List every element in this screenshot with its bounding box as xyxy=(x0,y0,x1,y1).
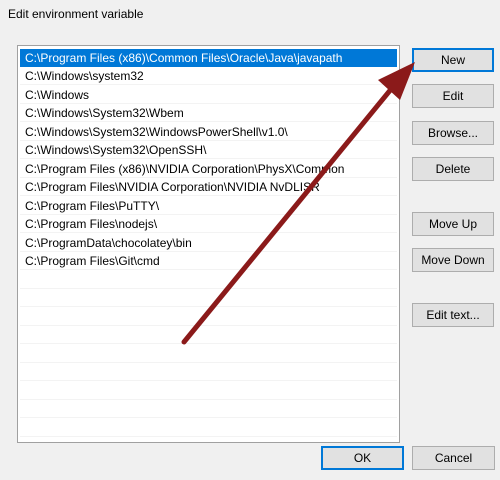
edit-text-button[interactable]: Edit text... xyxy=(412,303,494,327)
list-item[interactable]: C:\Program Files\nodejs\ xyxy=(20,215,397,233)
list-item[interactable]: C:\Program Files (x86)\NVIDIA Corporatio… xyxy=(20,160,397,178)
path-list[interactable]: C:\Program Files (x86)\Common Files\Orac… xyxy=(17,45,400,443)
list-item[interactable]: C:\Windows\System32\WindowsPowerShell\v1… xyxy=(20,123,397,141)
list-item[interactable]: C:\Program Files\PuTTY\ xyxy=(20,197,397,215)
browse-button[interactable]: Browse... xyxy=(412,121,494,145)
empty-row xyxy=(20,271,397,289)
empty-row xyxy=(20,326,397,344)
move-down-button[interactable]: Move Down xyxy=(412,248,494,272)
list-item[interactable]: C:\Windows\System32\Wbem xyxy=(20,104,397,122)
empty-row xyxy=(20,345,397,363)
empty-row xyxy=(20,363,397,381)
edit-environment-variable-dialog: Edit environment variable C:\Program Fil… xyxy=(0,0,500,480)
delete-button[interactable]: Delete xyxy=(412,157,494,181)
list-item[interactable]: C:\Program Files\Git\cmd xyxy=(20,252,397,270)
empty-row xyxy=(20,382,397,400)
list-item[interactable]: C:\Program Files\NVIDIA Corporation\NVID… xyxy=(20,178,397,196)
cancel-button[interactable]: Cancel xyxy=(412,446,495,470)
new-button[interactable]: New xyxy=(412,48,494,72)
ok-button[interactable]: OK xyxy=(321,446,404,470)
move-up-button[interactable]: Move Up xyxy=(412,212,494,236)
dialog-title: Edit environment variable xyxy=(8,7,144,21)
list-item[interactable]: C:\Windows\System32\OpenSSH\ xyxy=(20,141,397,159)
empty-row xyxy=(20,419,397,437)
empty-row xyxy=(20,308,397,326)
list-item[interactable]: C:\Program Files (x86)\Common Files\Orac… xyxy=(20,49,397,67)
empty-row xyxy=(20,400,397,418)
list-item[interactable]: C:\Windows xyxy=(20,86,397,104)
list-item[interactable]: C:\ProgramData\chocolatey\bin xyxy=(20,234,397,252)
empty-row xyxy=(20,289,397,307)
list-item[interactable]: C:\Windows\system32 xyxy=(20,67,397,85)
edit-button[interactable]: Edit xyxy=(412,84,494,108)
